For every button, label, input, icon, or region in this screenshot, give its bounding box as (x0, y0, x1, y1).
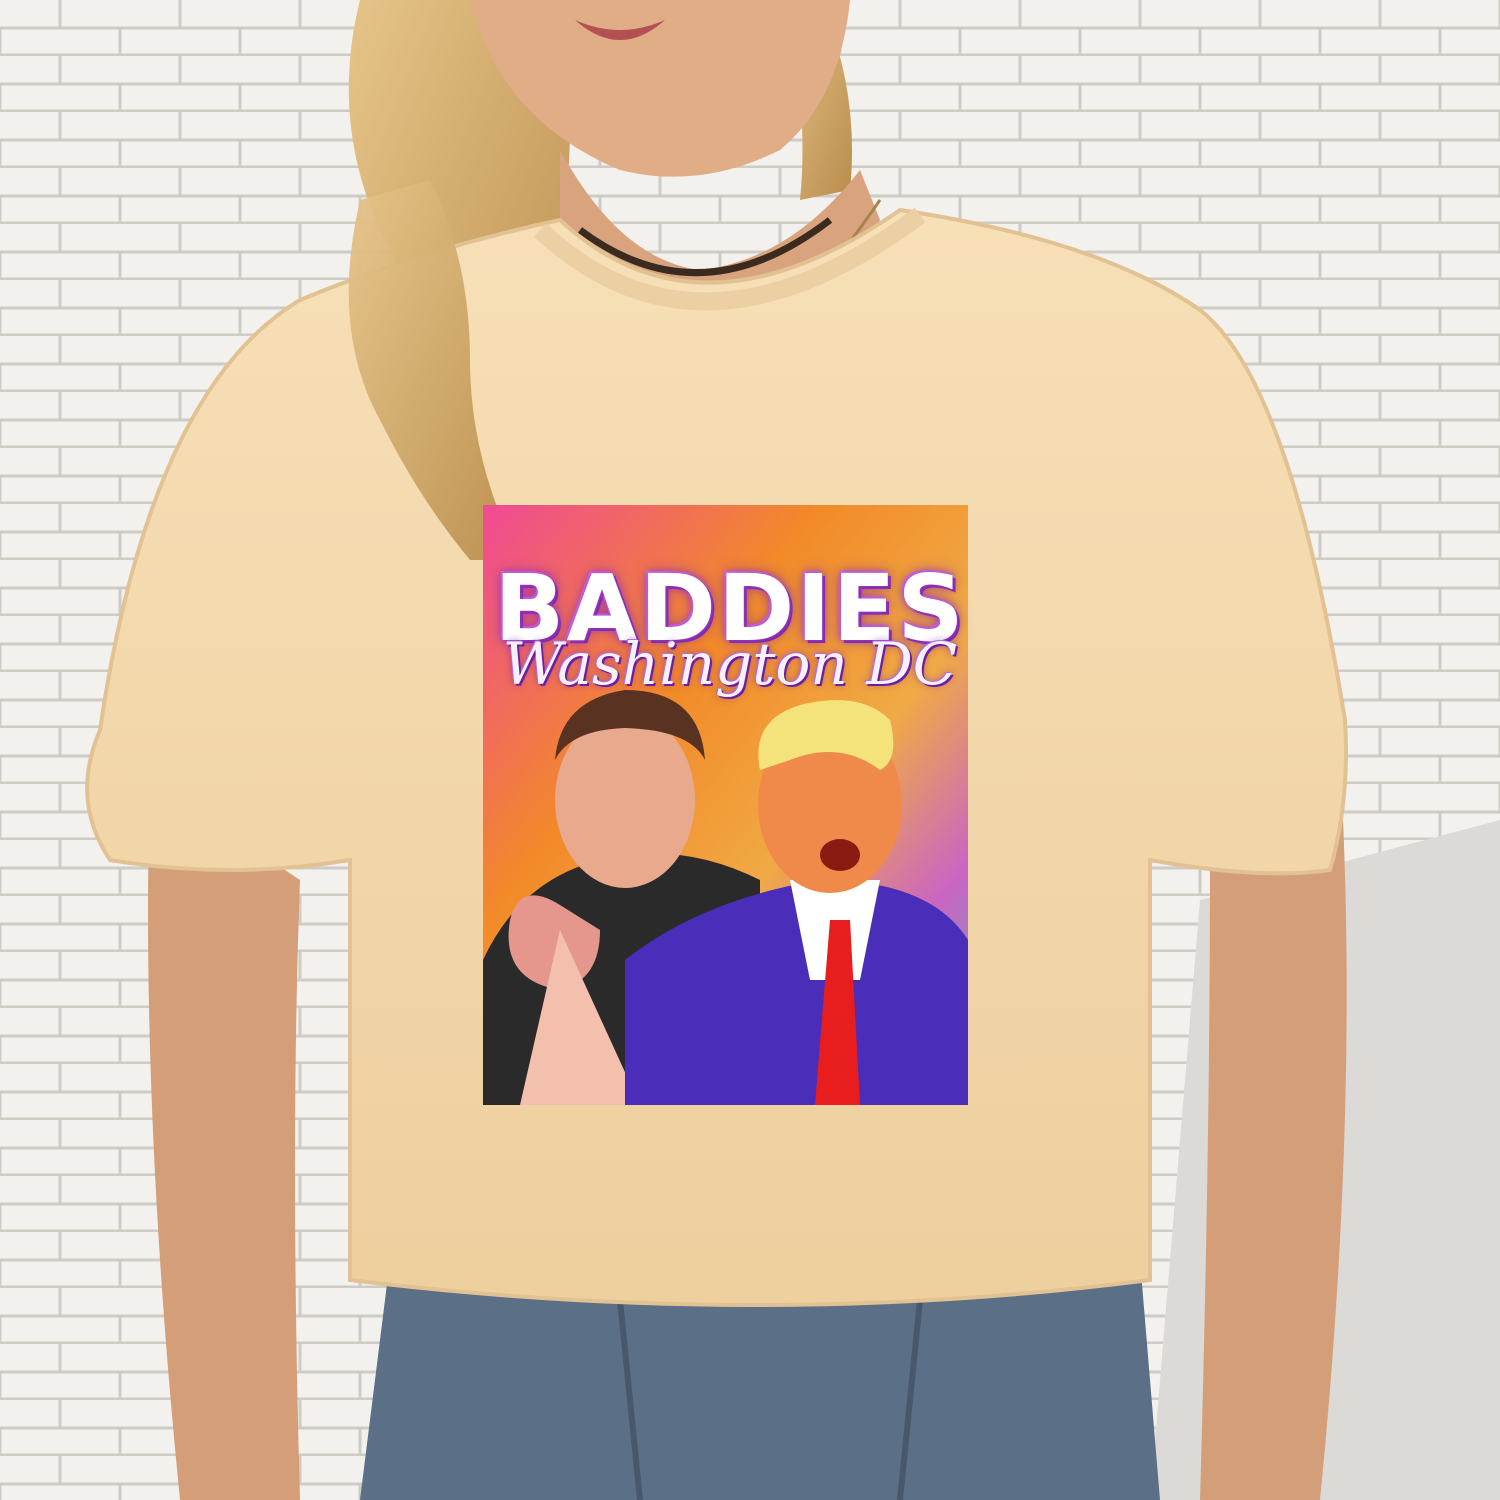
shirt-print (483, 505, 968, 1105)
left-arm (148, 780, 300, 1500)
product-photo (0, 0, 1500, 1500)
